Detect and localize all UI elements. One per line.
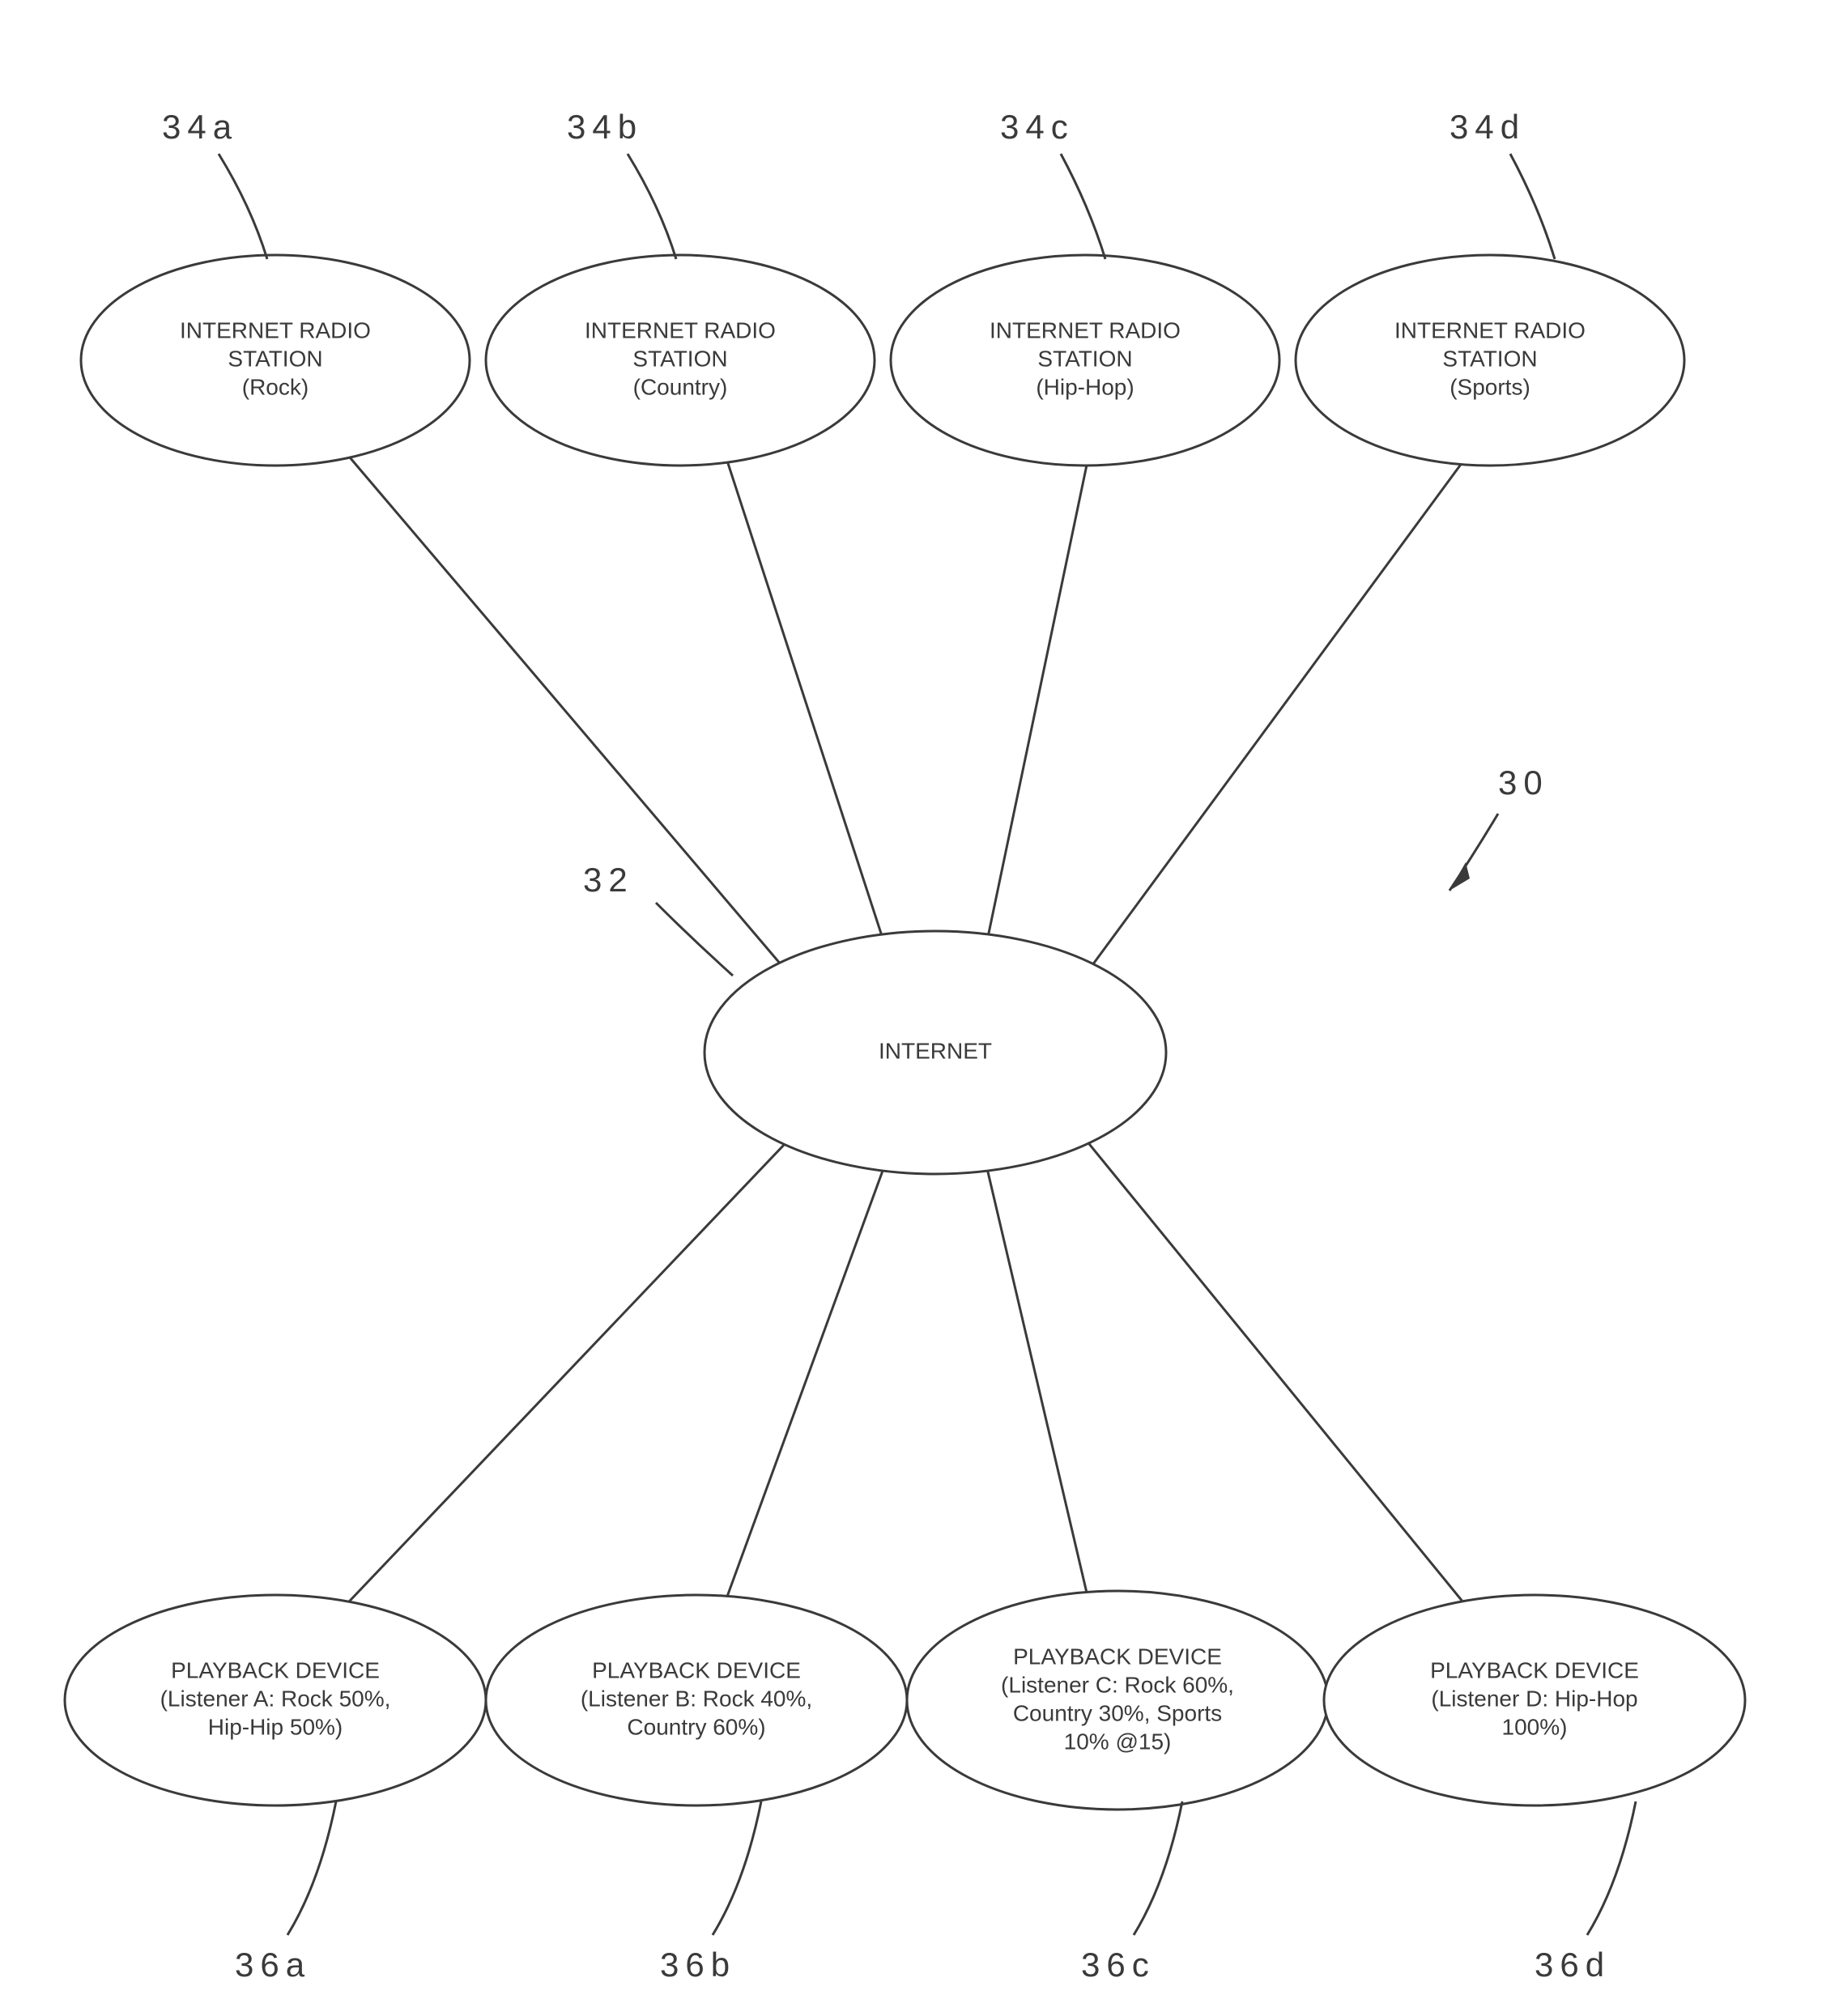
station-d-line2: STATION [1442, 346, 1537, 371]
internet-node: INTERNET [705, 931, 1166, 1174]
label-36c: 36c [1081, 1946, 1156, 1984]
edge-device-b-internet [725, 1138, 895, 1603]
station-a-line1: INTERNET RADIO [180, 317, 371, 342]
device-c-line2: (Listener C: Rock 60%, [1001, 1672, 1234, 1697]
label-34a: 34a [162, 108, 238, 146]
edge-device-a-internet [336, 1109, 818, 1615]
device-d-line2: (Listener D: Hip-Hop [1431, 1686, 1637, 1711]
label-30: 30 [1498, 763, 1549, 802]
leader-30 [1449, 814, 1498, 891]
device-a: PLAYBACK DEVICE (Listener A: Rock 50%, H… [65, 1595, 486, 1805]
device-b-line1: PLAYBACK DEVICE [592, 1657, 801, 1682]
station-b-line3: (Country) [633, 374, 728, 399]
leader-32 [656, 903, 733, 976]
station-a-line3: (Rock) [242, 374, 309, 399]
leader-36b [713, 1801, 761, 1935]
edge-station-a-internet [336, 441, 818, 1008]
device-c-line4: 10% @15) [1064, 1729, 1172, 1754]
edge-device-d-internet [1061, 1109, 1474, 1615]
station-d-line1: INTERNET RADIO [1394, 317, 1586, 342]
station-b-line1: INTERNET RADIO [585, 317, 776, 342]
station-c-line3: (Hip-Hop) [1036, 374, 1134, 399]
station-c: INTERNET RADIO STATION (Hip-Hop) [891, 255, 1279, 466]
device-d-line1: PLAYBACK DEVICE [1430, 1657, 1639, 1682]
device-c: PLAYBACK DEVICE (Listener C: Rock 60%, C… [907, 1591, 1328, 1810]
device-b-line3: Country 60%) [627, 1714, 765, 1739]
leader-36d [1587, 1801, 1636, 1935]
label-32: 32 [583, 861, 634, 899]
device-b: PLAYBACK DEVICE (Listener B: Rock 40%, C… [486, 1595, 907, 1805]
device-a-line2: (Listener A: Rock 50%, [160, 1686, 391, 1711]
station-d: INTERNET RADIO STATION (Sports) [1296, 255, 1684, 466]
device-a-line1: PLAYBACK DEVICE [171, 1657, 380, 1682]
leader-34a [219, 154, 267, 259]
edge-station-c-internet [980, 453, 1089, 976]
leader-36a [287, 1801, 336, 1935]
label-34b: 34b [567, 108, 643, 146]
edge-device-c-internet [980, 1138, 1089, 1603]
label-36d: 36d [1535, 1946, 1611, 1984]
station-c-line1: INTERNET RADIO [990, 317, 1181, 342]
leader-34c [1061, 154, 1105, 259]
internet-line1: INTERNET [879, 1038, 992, 1063]
leader-34b [628, 154, 676, 259]
station-a: INTERNET RADIO STATION (Rock) [81, 255, 470, 466]
label-34d: 34d [1449, 108, 1526, 146]
edge-station-b-internet [725, 453, 895, 976]
edge-station-d-internet [1061, 441, 1478, 1008]
station-a-line2: STATION [228, 346, 322, 371]
station-b-line2: STATION [632, 346, 727, 371]
leader-34d [1510, 154, 1555, 259]
station-d-line3: (Sports) [1449, 374, 1530, 399]
device-c-line1: PLAYBACK DEVICE [1013, 1644, 1222, 1669]
device-d: PLAYBACK DEVICE (Listener D: Hip-Hop 100… [1324, 1595, 1745, 1805]
network-diagram: INTERNET RADIO STATION (Rock) INTERNET R… [0, 0, 1839, 2016]
device-a-line3: Hip-Hip 50%) [208, 1714, 343, 1739]
leader-36c [1134, 1801, 1182, 1935]
label-36b: 36b [660, 1946, 736, 1984]
label-34c: 34c [1000, 108, 1075, 146]
device-d-line3: 100%) [1502, 1714, 1568, 1739]
label-36a: 36a [235, 1946, 311, 1984]
station-c-line2: STATION [1037, 346, 1132, 371]
device-c-line3: Country 30%, Sports [1013, 1700, 1222, 1725]
device-b-line2: (Listener B: Rock 40%, [581, 1686, 812, 1711]
station-b: INTERNET RADIO STATION (Country) [486, 255, 875, 466]
